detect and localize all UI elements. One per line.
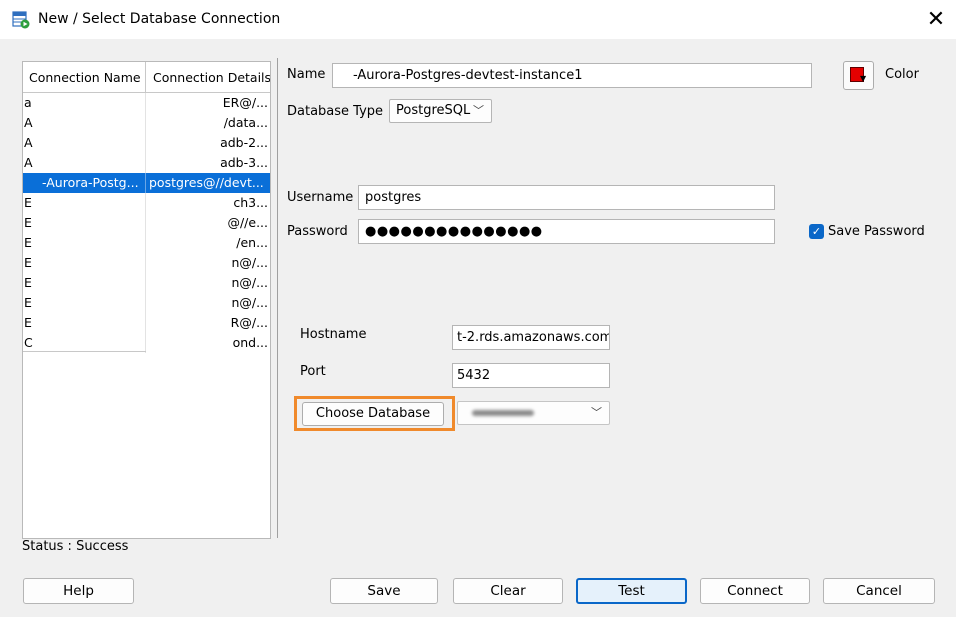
database-type-select[interactable]: PostgreSQL ﹀: [389, 99, 492, 123]
clear-button[interactable]: Clear: [453, 578, 563, 604]
connection-row[interactable]: En@/...: [23, 253, 270, 273]
connection-details-cell: /data...: [223, 115, 268, 130]
password-label: Password: [287, 224, 348, 239]
connection-name-cell: E: [23, 213, 146, 233]
connection-details-cell: R@/...: [230, 315, 268, 330]
connection-name-cell: E: [23, 233, 146, 253]
hostname-label: Hostname: [300, 327, 367, 342]
connection-details-cell: n@/...: [231, 295, 268, 310]
list-end-divider: [23, 351, 146, 352]
connection-row[interactable]: a ER@/...: [23, 93, 270, 113]
username-label: Username: [287, 190, 354, 205]
connection-details-cell: n@/...: [231, 275, 268, 290]
column-header-connection-name[interactable]: Connection Name: [23, 62, 146, 93]
cancel-button[interactable]: Cancel: [823, 578, 935, 604]
chevron-down-icon: ﹀: [591, 406, 602, 419]
help-button[interactable]: Help: [23, 578, 134, 604]
connection-details-cell: adb-2...: [220, 135, 268, 150]
connection-name-cell: E: [23, 193, 146, 213]
title-bar: New / Select Database Connection ✕: [0, 0, 956, 40]
connection-details-cell: ond...: [232, 335, 268, 350]
connection-row[interactable]: -Aurora-Postg... postgres@//devt...: [23, 173, 270, 193]
connection-name-cell: C: [23, 333, 146, 353]
connection-details-cell: ER@/...: [222, 95, 268, 110]
connection-name-cell: E: [23, 253, 146, 273]
connection-details-cell: adb-3...: [220, 155, 268, 170]
connection-details-cell: postgres@//devt...: [149, 175, 264, 190]
connection-list-header: Connection Name Connection Details: [23, 62, 270, 93]
database-type-value: PostgreSQL: [396, 103, 471, 118]
connection-name-cell: a: [23, 93, 146, 113]
database-connection-icon: [12, 11, 30, 29]
connection-name-cell: A: [23, 113, 146, 133]
connection-details-cell: /en...: [236, 235, 268, 250]
password-input[interactable]: ●●●●●●●●●●●●●●●: [358, 219, 775, 244]
connection-name-cell: A: [23, 153, 146, 173]
connection-row[interactable]: E/en...: [23, 233, 270, 253]
save-password-label[interactable]: Save Password: [828, 224, 925, 239]
connection-details-cell: n@/...: [231, 255, 268, 270]
database-select[interactable]: ﹀: [457, 401, 610, 425]
test-button[interactable]: Test: [576, 578, 687, 604]
color-picker-button[interactable]: ▼: [843, 61, 874, 90]
connect-button[interactable]: Connect: [700, 578, 810, 604]
port-input[interactable]: 5432: [452, 363, 610, 388]
column-header-connection-details[interactable]: Connection Details: [147, 62, 270, 93]
connection-name-cell: A: [23, 133, 146, 153]
connection-row[interactable]: E R@/...: [23, 313, 270, 333]
connection-details-cell: ch3...: [233, 195, 268, 210]
connection-row[interactable]: En@/...: [23, 293, 270, 313]
checkmark-icon: ✓: [811, 225, 822, 238]
close-icon[interactable]: ✕: [918, 6, 954, 34]
redacted-database-name: [472, 410, 534, 416]
connection-row[interactable]: Cond...: [23, 333, 270, 353]
connection-name-cell: E: [23, 313, 146, 333]
connection-row[interactable]: Ech3...: [23, 193, 270, 213]
connection-row[interactable]: E @//e...: [23, 213, 270, 233]
color-label: Color: [885, 67, 919, 82]
panel-divider: [277, 58, 278, 538]
hostname-input[interactable]: t-2.rds.amazonaws.com: [452, 325, 610, 350]
database-type-label: Database Type: [287, 104, 384, 119]
connection-row[interactable]: En@/...: [23, 273, 270, 293]
connection-list[interactable]: Connection Name Connection Details a ER@/…: [22, 61, 271, 539]
connection-row[interactable]: Aadb-2...: [23, 133, 270, 153]
connection-name-cell: -Aurora-Postg...: [23, 173, 146, 193]
save-password-checkbox[interactable]: ✓: [809, 224, 824, 239]
connection-name-cell: E: [23, 273, 146, 293]
window-title: New / Select Database Connection: [38, 11, 281, 27]
chevron-down-icon: ﹀: [473, 104, 484, 117]
connection-details-cell: @//e...: [227, 215, 268, 230]
status-text: Status : Success: [22, 539, 129, 554]
username-input[interactable]: postgres: [358, 185, 775, 210]
name-input[interactable]: -Aurora-Postgres-devtest-instance1: [332, 63, 812, 88]
save-button[interactable]: Save: [330, 578, 438, 604]
connection-row[interactable]: A/data...: [23, 113, 270, 133]
name-label: Name: [287, 67, 326, 82]
connection-row[interactable]: Aadb-3...: [23, 153, 270, 173]
choose-database-button[interactable]: Choose Database: [302, 402, 444, 426]
connection-name-cell: E: [23, 293, 146, 313]
port-label: Port: [300, 364, 326, 379]
chevron-down-icon: ▼: [860, 74, 867, 83]
